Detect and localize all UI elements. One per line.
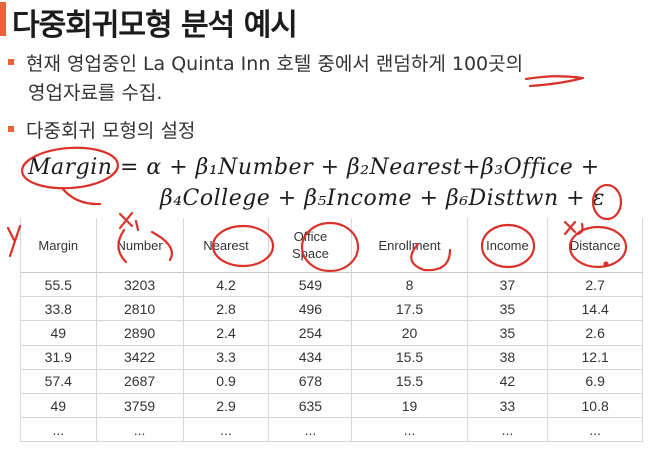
table-row: 55.5 3203 4.2 549 8 37 2.7 xyxy=(20,271,643,298)
table-cell: ... xyxy=(95,417,184,443)
table-cell: 496 xyxy=(268,296,353,322)
table-cell: 2.8 xyxy=(182,296,270,322)
slide-title: 다중회귀모형 분석 예시 xyxy=(12,8,298,43)
table-row: ..................... xyxy=(20,417,643,443)
table-row: 49 2890 2.4 254 20 35 2.6 xyxy=(20,320,643,346)
bullet-marker xyxy=(8,58,14,65)
table-row: 57.4 2687 0.9 678 15.5 42 6.9 xyxy=(20,368,643,394)
table-body: 55.5 3203 4.2 549 8 37 2.7 33.8 2810 2.8 496 17.5 35… xyxy=(20,271,643,443)
sample-size-highlight: 100곳 xyxy=(451,53,506,75)
table-cell: 635 xyxy=(268,392,353,419)
regression-formula-line1: Margin = α + β₁Number + β₂Nearest+β₃Offi… xyxy=(28,155,600,180)
table-cell: 15.5 xyxy=(351,344,468,370)
col-header-office-space-text: Office Space xyxy=(291,229,329,261)
table-cell: 2.4 xyxy=(182,320,270,346)
table-cell: 3422 xyxy=(95,344,184,370)
col-header-enrollment: Enrollment xyxy=(351,218,468,273)
table-cell: 434 xyxy=(268,344,353,370)
table-cell: 37 xyxy=(466,271,549,298)
title-accent-bar xyxy=(0,2,6,36)
col-header-number: Number xyxy=(95,218,184,273)
sample-data-table: Margin Number Nearest Office Space Enrol… xyxy=(20,218,643,443)
table-cell: 35 xyxy=(466,320,549,346)
table-row: 33.8 2810 2.8 496 17.5 35 14.4 xyxy=(20,296,643,322)
table-cell: 31.9 xyxy=(20,344,97,370)
table-cell: 3759 xyxy=(95,392,184,419)
table-cell: 35 xyxy=(466,296,549,322)
table-cell: 33 xyxy=(466,392,549,419)
table-cell: 38 xyxy=(466,344,549,370)
col-header-nearest: Nearest xyxy=(182,218,270,273)
table-cell: 49 xyxy=(20,392,97,419)
table-cell: ... xyxy=(20,417,97,443)
table-cell: 3203 xyxy=(95,271,184,298)
table-header-row: Margin Number Nearest Office Space Enrol… xyxy=(20,218,643,273)
table-cell: 49 xyxy=(20,320,97,346)
table-cell: 20 xyxy=(351,320,468,346)
table-cell: ... xyxy=(182,417,270,443)
table-cell: 12.1 xyxy=(547,344,643,370)
circle-tail xyxy=(60,186,102,206)
table-cell: 2890 xyxy=(95,320,184,346)
table-cell: 4.2 xyxy=(182,271,270,298)
table-cell: 55.5 xyxy=(20,271,97,298)
y-annotation-mark xyxy=(6,224,22,258)
col-header-margin: Margin xyxy=(20,218,97,273)
table-cell: 15.5 xyxy=(351,368,468,394)
table-row: 49 3759 2.9 635 19 33 10.8 xyxy=(20,392,643,419)
table-cell: 8 xyxy=(351,271,468,298)
table-cell: 549 xyxy=(268,271,353,298)
bullet-model-setup-text: 다중회귀 모형의 설정 xyxy=(26,120,196,142)
table-cell: 6.9 xyxy=(547,368,643,394)
table-cell: 0.9 xyxy=(182,368,270,394)
table-cell: ... xyxy=(268,417,353,443)
table-cell: 10.8 xyxy=(547,392,643,419)
table-cell: 2810 xyxy=(95,296,184,322)
bullet-sampling-line2: 영업자료를 수집. xyxy=(28,82,163,104)
table-cell: 2.6 xyxy=(547,320,643,346)
bullet-sampling-suffix: 의 xyxy=(505,53,524,75)
table-cell: 57.4 xyxy=(20,368,97,394)
bullet-sampling-text: 현재 영업중인 La Quinta Inn 호텔 중에서 랜덤하게 xyxy=(26,53,452,75)
bullet-marker xyxy=(8,125,14,132)
table-cell: 42 xyxy=(466,368,549,394)
bullet-model-setup: 다중회귀 모형의 설정 xyxy=(8,117,195,146)
table-cell: ... xyxy=(351,417,468,443)
regression-formula-line2: β₄College + β₅Income + β₆Disttwn + ε xyxy=(160,186,605,211)
table-cell: 33.8 xyxy=(20,296,97,322)
table-cell: 2687 xyxy=(95,368,184,394)
table-cell: 254 xyxy=(268,320,353,346)
table-row: 31.9 3422 3.3 434 15.5 38 12.1 xyxy=(20,344,643,370)
table-cell: ... xyxy=(547,417,643,443)
table-cell: 678 xyxy=(268,368,353,394)
col-header-income: Income xyxy=(466,218,549,273)
table-cell: 2.9 xyxy=(182,392,270,419)
table-cell: 3.3 xyxy=(182,344,270,370)
table-cell: 2.7 xyxy=(547,271,643,298)
table-cell: ... xyxy=(466,417,549,443)
col-header-office-space: Office Space xyxy=(268,218,353,273)
bullet-sampling: 현재 영업중인 La Quinta Inn 호텔 중에서 랜덤하게 100곳의 … xyxy=(8,50,648,108)
table-cell: 19 xyxy=(351,392,468,419)
col-header-distance: Distance xyxy=(547,218,643,273)
table-cell: 17.5 xyxy=(351,296,468,322)
table-cell: 14.4 xyxy=(547,296,643,322)
